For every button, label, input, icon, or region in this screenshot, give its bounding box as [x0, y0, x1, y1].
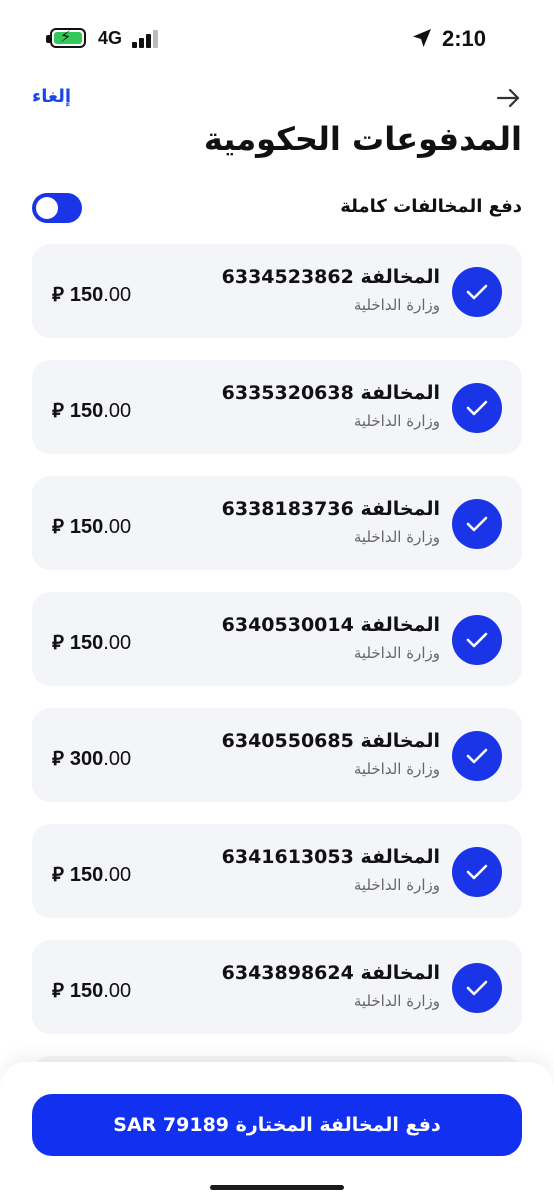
- riyal-icon: ⃁: [52, 516, 64, 538]
- violation-issuer: وزارة الداخلية: [353, 992, 440, 1010]
- violation-title: المخالفة 6340530014: [221, 614, 440, 636]
- violation-amount: ⃁ 150.00: [52, 400, 132, 422]
- violation-amount: ⃁ 150.00: [52, 632, 132, 654]
- checkmark-icon[interactable]: [452, 499, 502, 549]
- violation-issuer: وزارة الداخلية: [353, 876, 440, 894]
- riyal-icon: ⃁: [52, 632, 64, 654]
- checkmark-icon[interactable]: [452, 963, 502, 1013]
- violation-amount: ⃁ 300.00: [52, 748, 132, 770]
- pay-all-toggle[interactable]: [32, 193, 82, 223]
- violation-amount: ⃁ 150.00: [52, 284, 132, 306]
- violation-card[interactable]: المخالفة 6334523862 وزارة الداخلية ⃁ 150.…: [32, 244, 522, 338]
- arrow-right-icon[interactable]: [496, 86, 522, 110]
- location-arrow-icon: [413, 29, 431, 47]
- status-bar: ⚡ 4G 2:10: [0, 0, 554, 78]
- page-title: المدفوعات الحكومية: [203, 120, 522, 158]
- checkmark-icon[interactable]: [452, 383, 502, 433]
- violation-card[interactable]: المخالفة 6335320638 وزارة الداخلية ⃁ 150.…: [32, 360, 522, 454]
- network-type: 4G: [98, 28, 123, 48]
- violations-list: المخالفة 6334523862 وزارة الداخلية ⃁ 150.…: [32, 244, 522, 1172]
- violation-card[interactable]: المخالفة 6341613053 وزارة الداخلية ⃁ 150.…: [32, 824, 522, 918]
- riyal-icon: ⃁: [52, 864, 64, 886]
- riyal-icon: ⃁: [52, 980, 64, 1002]
- violation-title: المخالفة 6341613053: [221, 846, 440, 868]
- checkmark-icon[interactable]: [452, 267, 502, 317]
- violation-amount: ⃁ 150.00: [52, 980, 132, 1002]
- riyal-icon: ⃁: [52, 284, 64, 306]
- violation-issuer: وزارة الداخلية: [353, 528, 440, 546]
- violation-amount: ⃁ 150.00: [52, 864, 132, 886]
- violation-title: المخالفة 6343898624: [221, 962, 440, 984]
- checkmark-icon[interactable]: [452, 847, 502, 897]
- violation-title: المخالفة 6340550685: [221, 730, 440, 752]
- violation-card[interactable]: المخالفة 6340530014 وزارة الداخلية ⃁ 150.…: [32, 592, 522, 686]
- riyal-icon: ⃁: [52, 400, 64, 422]
- violation-card[interactable]: المخالفة 6338183736 وزارة الداخلية ⃁ 150.…: [32, 476, 522, 570]
- violation-title: المخالفة 6334523862: [221, 266, 440, 288]
- bottom-panel: دفع المخالفة المختارة SAR 79189: [0, 1062, 554, 1200]
- status-time: 2:10: [441, 26, 486, 51]
- battery-tip: [46, 35, 50, 43]
- violation-issuer: وزارة الداخلية: [353, 296, 440, 314]
- signal-icon: [132, 30, 162, 48]
- checkmark-icon[interactable]: [452, 615, 502, 665]
- violation-issuer: وزارة الداخلية: [353, 412, 440, 430]
- violation-amount: ⃁ 150.00: [52, 516, 132, 538]
- pay-selected-button[interactable]: دفع المخالفة المختارة SAR 79189: [32, 1094, 522, 1156]
- checkmark-icon[interactable]: [452, 731, 502, 781]
- toggle-knob: [36, 197, 58, 219]
- cancel-link[interactable]: إلغاء: [32, 86, 71, 107]
- violation-title: المخالفة 6338183736: [221, 498, 440, 520]
- violation-card[interactable]: المخالفة 6340550685 وزارة الداخلية ⃁ 300.…: [32, 708, 522, 802]
- home-indicator: [210, 1185, 344, 1190]
- battery-charging-icon: ⚡: [50, 27, 86, 48]
- violation-issuer: وزارة الداخلية: [353, 644, 440, 662]
- violation-issuer: وزارة الداخلية: [353, 760, 440, 778]
- pay-all-toggle-label: دفع المخالفات كاملة: [340, 196, 522, 217]
- riyal-icon: ⃁: [52, 748, 64, 770]
- violation-title: المخالفة 6335320638: [221, 382, 440, 404]
- violation-card[interactable]: المخالفة 6343898624 وزارة الداخلية ⃁ 150.…: [32, 940, 522, 1034]
